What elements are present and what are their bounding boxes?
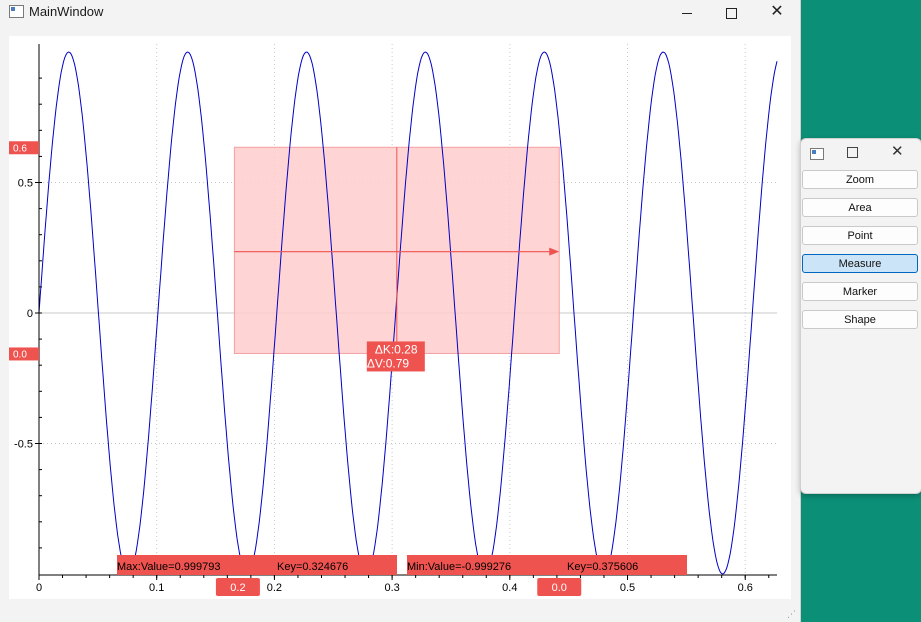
info-bar-key: Key=0.324676 [277,561,348,573]
panel-maximize-icon[interactable] [847,147,858,158]
y-tick-label: -0.5 [14,439,33,451]
point-button[interactable]: Point [802,226,918,245]
app-icon [9,5,24,18]
x-tick-label: 0.4 [502,582,517,594]
y-marker-label: 0.0 [13,349,27,360]
resize-grip-icon[interactable]: ⋰ [787,609,796,620]
x-marker-label: 0.2 [230,582,245,594]
shape-button[interactable]: Shape [802,310,918,329]
main-window: MainWindow ✕ ΔK:0.28 ΔV:0.79 0 0.1 0.2 0.3 0.4… [0,0,801,622]
maximize-button[interactable] [708,0,754,24]
minimize-icon [682,12,692,14]
y-tick-label: 0 [27,308,33,320]
maximize-icon [725,7,737,19]
info-bar-key: Key=0.375606 [567,561,638,573]
x-tick-label: 0.5 [620,582,635,594]
x-tick-label: 0.3 [384,582,399,594]
close-button[interactable]: ✕ [754,0,800,24]
measure-dv-label: ΔV:0.79 [367,356,410,370]
title-bar[interactable]: MainWindow ✕ [0,0,800,24]
x-tick-label: 0.6 [738,582,753,594]
measure-dk-label: ΔK:0.28 [375,342,418,356]
minimize-button[interactable] [664,0,710,24]
panel-app-icon [810,148,824,160]
x-marker-label: 0.0 [552,582,567,594]
zoom-button[interactable]: Zoom [802,170,918,189]
measure-button[interactable]: Measure [802,254,918,273]
area-button[interactable]: Area [802,198,918,217]
info-bar-value: Min:Value=-0.999276 [407,561,511,573]
x-tick-label: 0.2 [267,582,282,594]
marker-button[interactable]: Marker [802,282,918,301]
info-bar-value: Max:Value=0.999793 [117,561,220,573]
y-marker-label: 0.6 [13,143,27,154]
panel-close-button[interactable]: ✕ [891,142,904,160]
plot-area[interactable]: ΔK:0.28 ΔV:0.79 0 0.1 0.2 0.3 0.4 0.5 0.6 0.5 0 -0.… [9,36,791,599]
chart[interactable]: ΔK:0.28ΔV:0.79 0 0.1 0.2 0.3 0.4 0.5 0.6 0.5 0 -0.… [9,36,791,599]
tool-panel: ✕ Zoom Area Point Measure Marker Shape [800,138,921,494]
y-tick-label: 0.5 [18,178,33,190]
x-tick-label: 0 [36,582,42,594]
window-title: MainWindow [29,4,104,19]
x-tick-label: 0.1 [149,582,164,594]
